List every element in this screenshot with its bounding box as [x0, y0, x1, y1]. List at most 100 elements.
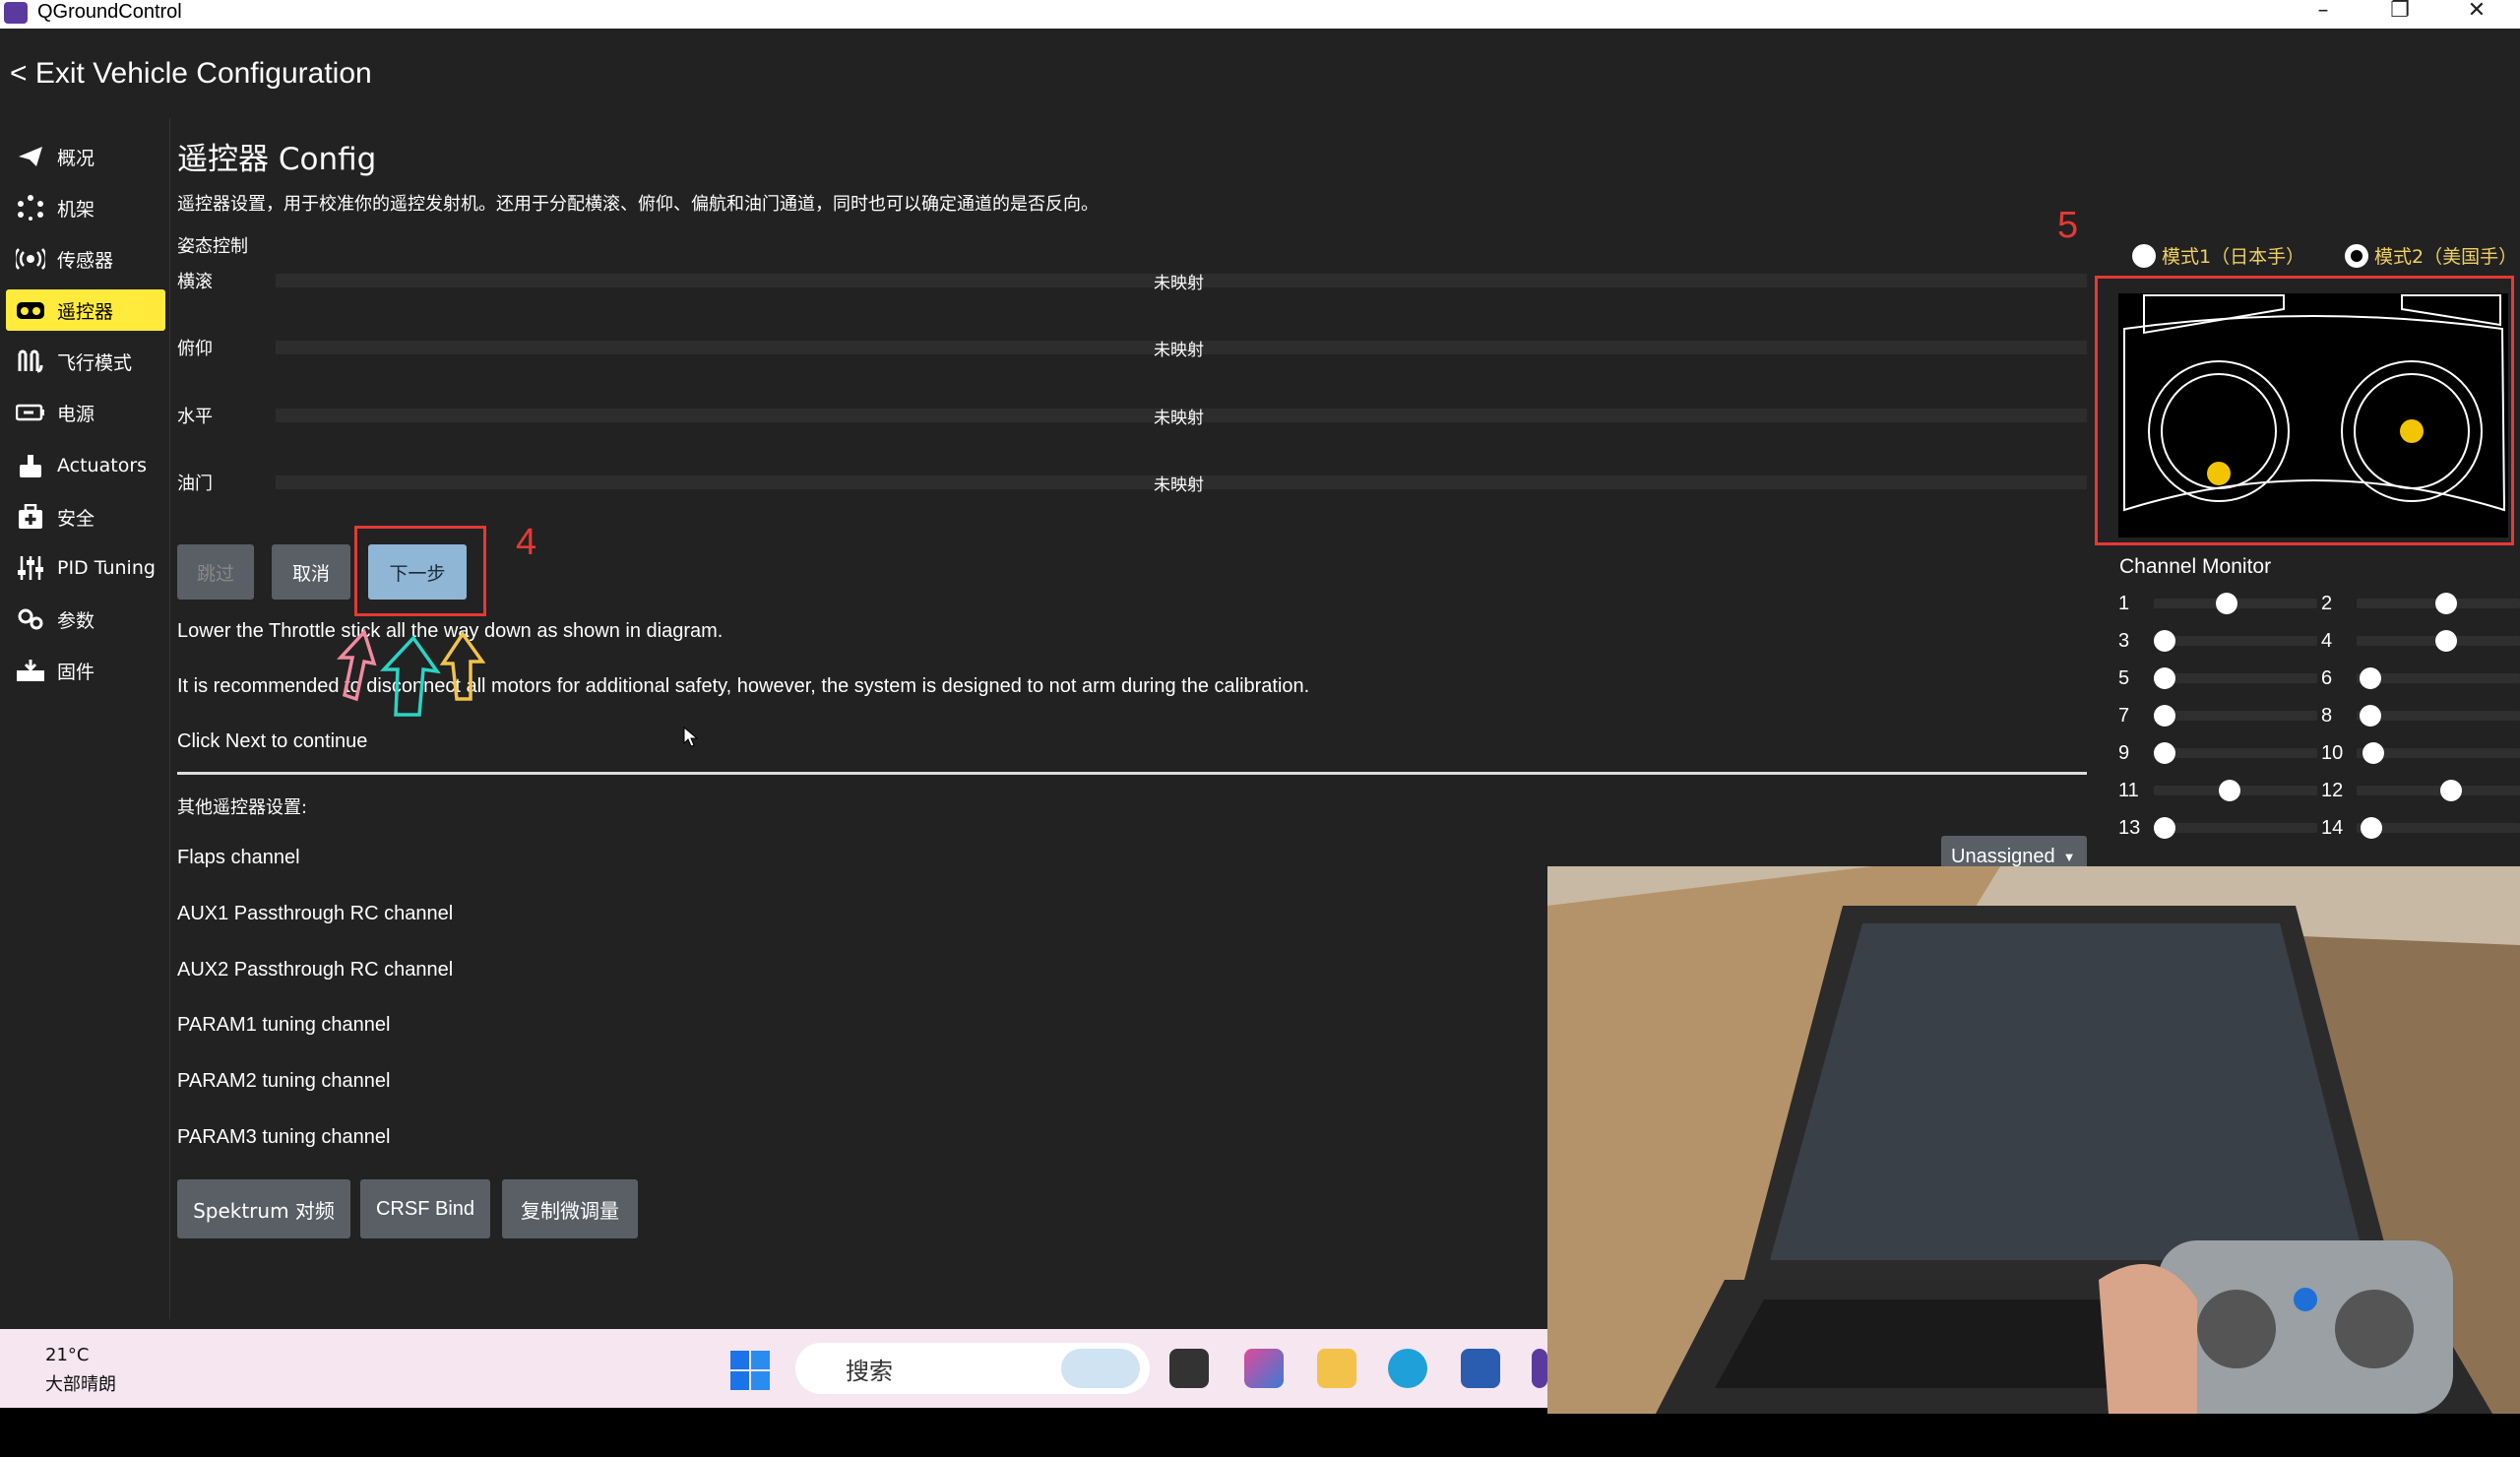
- channel-number: 11: [2118, 779, 2139, 801]
- weather-temp[interactable]: 21°C: [45, 1345, 89, 1365]
- channel-13: 13: [2118, 813, 2317, 843]
- channel-level-indicator: [2434, 593, 2457, 614]
- sidebar-item-label: 遥控器: [57, 300, 114, 323]
- sidebar-item-power[interactable]: 电源: [6, 392, 165, 433]
- aux1-channel-label: AUX1 Passthrough RC channel: [177, 903, 454, 924]
- radio-icon: [2132, 243, 2156, 268]
- yaw-label: 水平: [177, 407, 213, 427]
- yaw-status: 未映射: [1154, 409, 1204, 428]
- channel-track: [2356, 705, 2520, 727]
- paper-plane-icon: [16, 144, 45, 169]
- windows-taskbar: [0, 1329, 1547, 1408]
- channel-level-indicator: [2359, 705, 2381, 727]
- sidebar-item-parameters[interactable]: 参数: [6, 599, 165, 640]
- restore-button[interactable]: ❐: [2380, 0, 2420, 23]
- taskbar-search[interactable]: ⚲ 搜索: [795, 1343, 1150, 1394]
- channel-level-indicator: [2153, 742, 2175, 764]
- copy-trims-button[interactable]: 复制微调量: [502, 1179, 638, 1238]
- sidebar-item-flight-modes[interactable]: 飞行模式: [6, 341, 165, 382]
- weather-desc[interactable]: 大部晴朗: [45, 1370, 116, 1396]
- m365-icon[interactable]: [1244, 1349, 1284, 1388]
- channel-track: [2356, 593, 2520, 614]
- section-divider: [177, 772, 2087, 775]
- channel-number: 10: [2321, 741, 2344, 764]
- page-title: 遥控器 Config: [177, 142, 377, 177]
- right-stick-dot: [2400, 419, 2424, 443]
- sidebar-item-label: 传感器: [57, 249, 114, 272]
- channel-6: 6: [2321, 664, 2520, 693]
- crsf-bind-button[interactable]: CRSF Bind: [360, 1179, 490, 1238]
- channel-track: [2153, 593, 2317, 614]
- sidebar-item-actuators[interactable]: Actuators: [6, 445, 165, 486]
- skip-button[interactable]: 跳过: [177, 544, 254, 600]
- pink-arrow-icon: [337, 628, 377, 702]
- channel-14: 14: [2321, 813, 2520, 843]
- close-button[interactable]: ✕: [2457, 0, 2496, 23]
- sidebar-item-pid-tuning[interactable]: PID Tuning: [6, 547, 165, 589]
- minimize-button[interactable]: –: [2303, 0, 2343, 23]
- channel-level-indicator: [2215, 593, 2237, 614]
- exit-vehicle-configuration-link[interactable]: < Exit Vehicle Configuration: [10, 57, 372, 91]
- search-highlight-image: [1061, 1349, 1140, 1388]
- channel-11: 11: [2118, 776, 2317, 805]
- sidebar-item-label: Actuators: [57, 455, 148, 476]
- search-placeholder: 搜索: [846, 1357, 894, 1385]
- param1-channel-label: PARAM1 tuning channel: [177, 1014, 391, 1036]
- channel-track: [2153, 742, 2317, 764]
- mode1-label: 模式1（日本手）: [2162, 246, 2305, 268]
- sidebar-item-label: 电源: [57, 403, 95, 425]
- channel-level-indicator: [2153, 817, 2175, 839]
- edge-browser-icon[interactable]: [1388, 1349, 1427, 1388]
- sidebar-item-label: 固件: [57, 661, 95, 683]
- param3-channel-label: PARAM3 tuning channel: [177, 1126, 391, 1148]
- cancel-button[interactable]: 取消: [272, 544, 350, 600]
- channel-level-indicator: [2359, 667, 2381, 689]
- channel-number: 7: [2118, 704, 2130, 727]
- channel-level-indicator: [2434, 630, 2457, 652]
- webcam-scene: [1547, 866, 2520, 1414]
- windows-start-icon[interactable]: [730, 1351, 770, 1390]
- channel-5: 5: [2118, 664, 2317, 693]
- channel-10: 10: [2321, 738, 2520, 768]
- channel-number: 8: [2321, 704, 2333, 727]
- page-description: 遥控器设置，用于校准你的遥控发射机。还用于分配横滚、俯仰、偏航和油门通道，同时也…: [177, 194, 1099, 215]
- channel-2: 2: [2321, 589, 2520, 618]
- flaps-dropdown-value: Unassigned: [1951, 846, 2055, 867]
- sidebar-item-label: 安全: [57, 507, 95, 530]
- mode2-radio[interactable]: 模式2（美国手）: [2345, 242, 2517, 269]
- channel-12: 12: [2321, 776, 2520, 805]
- parameters-icon: [16, 606, 45, 632]
- channel-track: [2356, 780, 2520, 801]
- sidebar-item-firmware[interactable]: 固件: [6, 650, 165, 691]
- sidebar-item-radio[interactable]: 遥控器: [6, 289, 165, 331]
- channel-track: [2153, 667, 2317, 689]
- mode1-radio[interactable]: 模式1（日本手）: [2132, 242, 2304, 269]
- store-icon[interactable]: [1461, 1349, 1500, 1388]
- left-stick-dot: [2207, 462, 2231, 485]
- actuators-icon: [16, 453, 45, 478]
- sidebar-item-safety[interactable]: 安全: [6, 496, 165, 538]
- annotation-step-4: 4: [516, 522, 537, 563]
- mode2-label: 模式2（美国手）: [2374, 246, 2518, 268]
- sidebar-item-label: 概况: [57, 147, 95, 169]
- other-settings-title: 其他遥控器设置:: [177, 797, 308, 818]
- battery-icon: [16, 400, 45, 425]
- sliders-icon: [16, 555, 45, 581]
- channel-level-indicator: [2360, 817, 2382, 839]
- spektrum-bind-button[interactable]: Spektrum 对频: [177, 1179, 350, 1238]
- file-explorer-icon[interactable]: [1317, 1349, 1356, 1388]
- channel-track: [2356, 742, 2520, 764]
- task-view-icon[interactable]: [1169, 1349, 1209, 1388]
- sidebar-item-overview[interactable]: 概况: [6, 136, 165, 177]
- channel-number: 14: [2321, 816, 2344, 839]
- next-button[interactable]: 下一步: [368, 544, 467, 600]
- qgroundcontrol-taskbar-icon[interactable]: [1532, 1349, 1547, 1388]
- sidebar-item-sensors[interactable]: 传感器: [6, 238, 165, 280]
- sidebar-item-airframe[interactable]: 机架: [6, 187, 165, 228]
- channel-level-indicator: [2153, 630, 2175, 652]
- channel-track: [2356, 667, 2520, 689]
- webcam-video-overlay: [1547, 866, 2520, 1414]
- throttle-label: 油门: [177, 474, 213, 494]
- hand: [2099, 1264, 2197, 1414]
- channel-7: 7: [2118, 701, 2317, 730]
